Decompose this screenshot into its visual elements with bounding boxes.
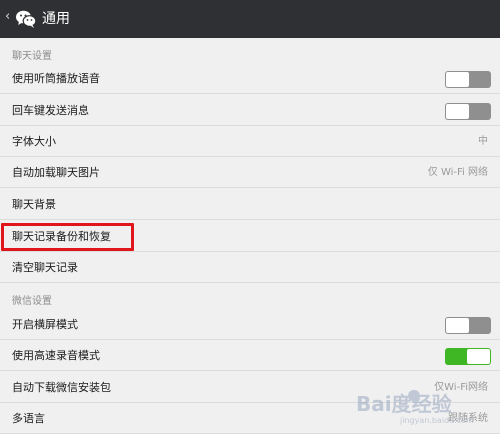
high-speed-recording-toggle[interactable]: [445, 348, 491, 365]
settings-row-label: 使用高速录音模式: [12, 349, 100, 362]
settings-row-auto-load-images[interactable]: 自动加载聊天图片 仅 Wi-Fi 网络: [0, 158, 500, 188]
page-title: 通用: [42, 11, 70, 27]
settings-row-earpiece-playback[interactable]: 使用听筒播放语音: [0, 64, 500, 94]
settings-row-label: 多语言: [12, 412, 45, 425]
toggle-knob: [467, 349, 490, 364]
settings-row-clear-chat-history[interactable]: 清空聊天记录: [0, 253, 500, 283]
wechat-logo-icon: [15, 8, 37, 30]
settings-row-label: 清空聊天记录: [12, 261, 78, 274]
highlight-annotation-box: [1, 223, 134, 251]
landscape-mode-toggle[interactable]: [445, 317, 491, 334]
settings-row-label: 回车键发送消息: [12, 104, 89, 117]
settings-row-label: 使用听筒播放语音: [12, 72, 100, 85]
back-chevron-icon[interactable]: ‹: [5, 10, 10, 23]
settings-row-label: 自动下载微信安装包: [12, 381, 111, 394]
watermark-subtext: jingyan.baidu.com: [399, 416, 474, 425]
settings-row-enter-to-send[interactable]: 回车键发送消息: [0, 96, 500, 126]
settings-row-label: 聊天背景: [12, 198, 56, 211]
watermark-text: Bai度经验: [356, 392, 452, 416]
settings-row-label: 开启横屏模式: [12, 318, 78, 331]
settings-row-label: 字体大小: [12, 135, 56, 148]
baidu-jingyan-watermark: Bai度经验 jingyan.baidu.com: [354, 384, 494, 426]
settings-row-chat-background[interactable]: 聊天背景: [0, 190, 500, 220]
settings-row-high-speed-recording[interactable]: 使用高速录音模式: [0, 341, 500, 371]
settings-row-font-size[interactable]: 字体大小 中: [0, 127, 500, 157]
toggle-knob: [446, 104, 469, 119]
toggle-knob: [446, 72, 469, 87]
toggle-knob: [446, 318, 469, 333]
font-size-value: 中: [478, 136, 488, 147]
settings-row-landscape-mode[interactable]: 开启横屏模式: [0, 310, 500, 340]
top-bar: ‹ 通用: [0, 0, 500, 38]
earpiece-playback-toggle[interactable]: [445, 71, 491, 88]
settings-row-label: 自动加载聊天图片: [12, 166, 100, 179]
auto-load-images-value: 仅 Wi-Fi 网络: [427, 167, 488, 178]
enter-to-send-toggle[interactable]: [445, 103, 491, 120]
